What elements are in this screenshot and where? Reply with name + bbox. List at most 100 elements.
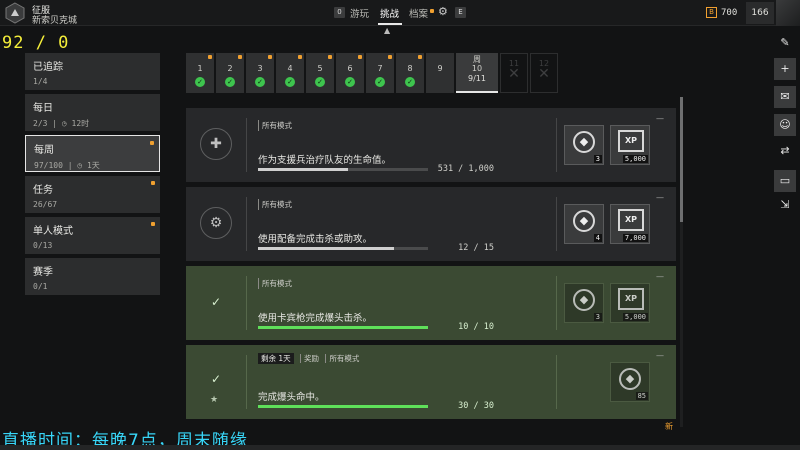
category-label: 任务 — [33, 185, 53, 196]
avatar[interactable] — [776, 0, 800, 26]
token-icon: ◆ — [573, 210, 595, 232]
star-icon: ★ — [210, 395, 219, 405]
currency-icon: B — [706, 7, 717, 18]
category-season[interactable]: 赛季 0/1 — [25, 258, 160, 295]
mode-tag: 所有模式 — [325, 354, 360, 363]
reward-xp: XP 5,000 — [610, 283, 650, 323]
week-tab-12-locked: 12 ✕ — [530, 53, 558, 93]
player-level[interactable]: 166 — [746, 2, 774, 24]
mail-icon[interactable]: ✉ — [774, 86, 796, 108]
equipment-badge-icon: ⚙ — [200, 207, 232, 239]
category-missions[interactable]: 任务 26/67 — [25, 176, 160, 213]
reward-token[interactable]: ◆ 3 — [564, 125, 604, 165]
check-icon: ✓ — [345, 77, 355, 87]
category-label: 已追踪 — [33, 62, 63, 73]
reward-token: ◆ 3 — [564, 283, 604, 323]
token-icon: ◆ — [619, 368, 641, 390]
week-tab-9[interactable]: 9 — [426, 53, 454, 93]
week-tab-10[interactable]: 周 10 9/11 — [456, 53, 498, 93]
challenge-card[interactable]: ✚ 所有模式 作为支援兵治疗队友的生命值。 531 / 1,000 — ◆ 3 X… — [186, 108, 676, 182]
check-icon: ✓ — [405, 77, 415, 87]
key-hint-right: E — [455, 7, 466, 18]
challenge-category-list: 已追踪 1/4 每日 2/3 | ◷ 12时 每周 97/100 | ◷ 1天 … — [25, 53, 161, 299]
category-progress: 97/100 | ◷ 1天 — [34, 161, 100, 170]
token-icon: ◆ — [573, 289, 595, 311]
week-tab-11-locked: 11 ✕ — [500, 53, 528, 93]
reward-tag: 奖励 — [300, 354, 320, 363]
xp-icon: XP — [618, 288, 644, 310]
reward-xp[interactable]: XP 5,000 — [610, 125, 650, 165]
reward-token: ◆ 85 — [610, 362, 650, 402]
week-progress: 9/11 — [468, 74, 486, 83]
category-solo[interactable]: 单人模式 0/13 — [25, 217, 160, 254]
tab-play[interactable]: 游玩 — [350, 6, 369, 20]
week-tab-1[interactable]: 1 ✓ — [186, 53, 214, 93]
progress-fill — [258, 168, 349, 171]
completed-check-icon: ✓ — [210, 295, 222, 309]
map-name: 新索贝克城 — [32, 16, 78, 26]
challenge-card-completed[interactable]: ✓ ★ 剩余 1天 奖励 所有模式 完成爆头命中。 30 / 30 — ◆ 85 — [186, 345, 676, 419]
time-remaining-tag: 剩余 1天 — [258, 353, 294, 364]
check-icon: ✓ — [285, 77, 295, 87]
reward-token[interactable]: ◆ 4 — [564, 204, 604, 244]
category-progress: 0/13 — [33, 241, 53, 250]
status-bar — [0, 445, 800, 450]
archive-new-dot — [430, 9, 434, 13]
category-label: 每周 — [34, 145, 54, 156]
mode-tag: 所有模式 — [258, 199, 292, 210]
check-icon: ✓ — [375, 77, 385, 87]
progress-fill — [258, 326, 428, 329]
tab-archive[interactable]: 档案 — [409, 6, 428, 20]
mode-tag: 所有模式 — [258, 278, 292, 289]
gear-icon[interactable]: ⚙ — [438, 5, 448, 18]
progress-text: 531 / 1,000 — [437, 164, 494, 174]
week-tab-5[interactable]: 5 ✓ — [306, 53, 334, 93]
week-tab-4[interactable]: 4 ✓ — [276, 53, 304, 93]
check-icon: ✓ — [225, 77, 235, 87]
locked-icon: ✕ — [538, 66, 550, 82]
card-menu-icon[interactable]: — — [656, 114, 664, 123]
medic-badge-icon: ✚ — [200, 128, 232, 160]
progress-text: 10 / 10 — [458, 322, 494, 332]
progress-bar — [258, 168, 428, 171]
progress-text: 30 / 30 — [458, 401, 494, 411]
locked-icon: ✕ — [508, 66, 520, 82]
challenge-description: 使用配备完成击杀或助攻。 — [258, 234, 373, 245]
category-weekly[interactable]: 每周 97/100 | ◷ 1天 — [25, 135, 160, 172]
active-tab-arrow-icon: ▲ — [384, 26, 391, 35]
tab-challenges[interactable]: 挑战 — [380, 6, 399, 20]
category-tracked[interactable]: 已追踪 1/4 — [25, 53, 160, 90]
challenge-card-completed[interactable]: ✓ 所有模式 使用卡宾枪完成爆头击杀。 10 / 10 — ◆ 3 XP 5,000 — [186, 266, 676, 340]
add-button[interactable]: + — [774, 58, 796, 80]
xp-icon: XP — [618, 209, 644, 231]
week-tab-2[interactable]: 2 ✓ — [216, 53, 244, 93]
challenge-card[interactable]: ⚙ 所有模式 使用配备完成击杀或助攻。 12 / 15 — ◆ 4 XP 7,000 — [186, 187, 676, 261]
week-tab-6[interactable]: 6 ✓ — [336, 53, 364, 93]
challenge-description: 作为支援兵治疗队友的生命值。 — [258, 155, 392, 166]
completed-check-icon: ✓ — [210, 372, 222, 386]
mode-emblem-icon — [5, 2, 25, 24]
feather-icon[interactable]: ✎ — [774, 32, 796, 54]
category-daily[interactable]: 每日 2/3 | ◷ 12时 — [25, 94, 160, 131]
toggle-icon[interactable]: ⇄ — [774, 140, 796, 162]
new-indicator-dot — [151, 222, 155, 226]
card-menu-icon[interactable]: — — [656, 272, 664, 281]
category-progress: 26/67 — [33, 200, 58, 209]
check-icon: ✓ — [195, 77, 205, 87]
week-tab-7[interactable]: 7 ✓ — [366, 53, 394, 93]
party-icon[interactable]: ☺ — [774, 114, 796, 136]
new-indicator-dot — [150, 141, 154, 145]
week-tab-3[interactable]: 3 ✓ — [246, 53, 274, 93]
new-indicator-dot — [151, 181, 155, 185]
scrollbar-thumb[interactable] — [680, 97, 683, 222]
card-menu-icon[interactable]: — — [656, 193, 664, 202]
reward-xp[interactable]: XP 7,000 — [610, 204, 650, 244]
chat-icon[interactable]: ▭ — [774, 170, 796, 192]
category-label: 每日 — [33, 103, 53, 114]
export-icon[interactable]: ⇲ — [774, 194, 796, 216]
category-label: 赛季 — [33, 267, 53, 278]
category-label: 单人模式 — [33, 226, 73, 237]
week-tab-8[interactable]: 8 ✓ — [396, 53, 424, 93]
tag-row: 剩余 1天 奖励 所有模式 — [258, 353, 360, 364]
card-menu-icon[interactable]: — — [656, 351, 664, 360]
